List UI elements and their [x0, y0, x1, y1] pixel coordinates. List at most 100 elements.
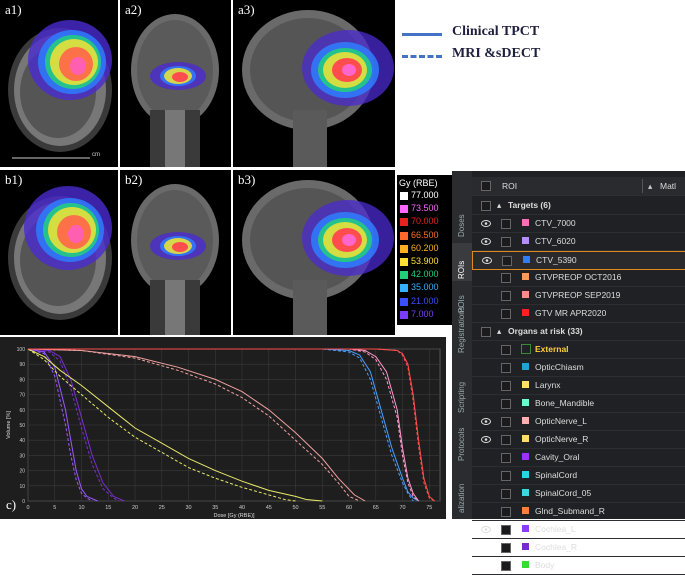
colorbar-swatch [400, 310, 408, 319]
roi-checkbox[interactable] [501, 309, 511, 319]
colorbar-tick-label: 53.900 [411, 256, 439, 266]
targets-group-header[interactable]: ▴ Targets (6) [472, 197, 685, 215]
roi-row[interactable]: GTVPREOP SEP2019 [472, 287, 685, 305]
y-tick-label: 20 [19, 469, 25, 475]
roi-row[interactable]: SpinalCord [472, 467, 685, 485]
roi-checkbox[interactable] [501, 561, 511, 571]
collapse-arrow-icon[interactable]: ▴ [497, 200, 501, 211]
colorbar-swatch [400, 231, 408, 240]
panel-label: c) [6, 497, 17, 512]
roi-checkbox[interactable] [501, 507, 511, 517]
roi-name: OpticNerve_L [535, 416, 587, 426]
roi-checkbox[interactable] [501, 399, 511, 409]
roi-row[interactable]: CTV_6020 [472, 233, 685, 251]
material-column-header[interactable]: Matl [660, 181, 676, 191]
roi-color-swatch [522, 507, 529, 514]
roi-row[interactable]: SpinalCord_05 [472, 485, 685, 503]
tab-label: alization [457, 483, 466, 513]
roi-color-swatch [522, 489, 529, 496]
roi-name: GTVPREOP OCT2016 [535, 272, 622, 282]
tab-scripting[interactable]: Scripting [452, 377, 472, 415]
group-checkbox[interactable] [481, 201, 491, 211]
x-tick-label: 10 [78, 505, 84, 511]
roi-row[interactable]: Cochlea_R [472, 539, 685, 557]
roi-row[interactable]: External [472, 341, 685, 359]
visibility-eye-icon[interactable] [482, 256, 492, 264]
y-tick-label: 30 [19, 453, 25, 459]
panel-label: a3) [238, 2, 255, 17]
visibility-eye-icon[interactable] [481, 435, 491, 443]
roi-checkbox[interactable] [501, 471, 511, 481]
tab-protocols[interactable]: Protocols [452, 425, 472, 463]
roi-row[interactable]: CTV_7000 [472, 215, 685, 233]
roi-checkbox[interactable] [501, 489, 511, 499]
roi-checkbox[interactable] [501, 381, 511, 391]
roi-color-swatch [521, 344, 531, 354]
roi-name: SpinalCord [535, 470, 578, 480]
roi-name: CTV_5390 [536, 255, 577, 265]
roi-checkbox[interactable] [501, 435, 511, 445]
roi-checkbox[interactable] [501, 219, 511, 229]
roi-name: OpticNerve_R [535, 434, 589, 444]
roi-row[interactable]: OpticNerve_R [472, 431, 685, 449]
ct-panel-a3: a3) [233, 0, 395, 167]
tab-doses[interactable]: Doses [452, 201, 472, 239]
colorbar-swatch [400, 205, 408, 214]
visibility-eye-icon[interactable] [481, 219, 491, 227]
roi-color-swatch [522, 453, 529, 460]
roi-row[interactable]: CTV_5390 [472, 251, 685, 270]
ct-panel-a2: a2) [120, 0, 231, 167]
tab-rois[interactable]: ROIs [452, 243, 472, 281]
oar-group-header[interactable]: ▴ Organs at risk (33) [472, 323, 685, 341]
roi-checkbox[interactable] [501, 525, 511, 535]
roi-color-swatch [522, 471, 529, 478]
sort-arrow-icon[interactable]: ▴ [648, 181, 652, 192]
ct-panel-b3: b3) [233, 170, 395, 335]
x-tick-label: 0 [26, 505, 29, 511]
roi-checkbox[interactable] [501, 417, 511, 427]
roi-row[interactable]: OpticNerve_L [472, 413, 685, 431]
scale-unit: cm [92, 152, 100, 158]
roi-row[interactable]: GTV MR APR2020 [472, 305, 685, 323]
roi-name: Cochlea_L [535, 524, 576, 534]
dvh-plot: 0 10 20 30 40 50 60 70 80 90 100 0 5 10 15 20 25 30 35 40 45… [6, 347, 441, 519]
roi-checkbox[interactable] [501, 291, 511, 301]
visibility-eye-icon[interactable] [481, 525, 491, 533]
x-tick-label: 20 [132, 505, 138, 511]
tab-registrations[interactable]: Registrations [452, 306, 472, 355]
visibility-eye-icon[interactable] [481, 417, 491, 425]
column-divider [642, 179, 643, 193]
roi-column-header[interactable]: ROI [502, 181, 517, 191]
roi-row[interactable]: Bone_Mandible [472, 395, 685, 413]
roi-row[interactable]: Cavity_Oral [472, 449, 685, 467]
roi-checkbox[interactable] [502, 256, 512, 266]
roi-checkbox[interactable] [501, 273, 511, 283]
collapse-arrow-icon[interactable]: ▴ [497, 326, 501, 337]
panel-label: b3) [238, 172, 256, 187]
roi-row[interactable]: Cochlea_L [472, 521, 685, 539]
tab-alization[interactable]: alization [452, 477, 472, 515]
roi-name: Body [535, 560, 555, 570]
roi-name: Larynx [535, 380, 561, 390]
sagittal-ct-dose-image [242, 180, 394, 335]
roi-row[interactable]: Glnd_Submand_R [472, 503, 685, 521]
roi-row[interactable]: Body [472, 557, 685, 575]
roi-row[interactable]: OpticChiasm [472, 359, 685, 377]
roi-checkbox[interactable] [501, 453, 511, 463]
x-tick-label: 65 [373, 505, 379, 511]
roi-checkbox[interactable] [501, 543, 511, 553]
group-checkbox[interactable] [481, 327, 491, 337]
colorbar-swatch [400, 284, 408, 293]
visibility-eye-icon[interactable] [481, 237, 491, 245]
roi-color-swatch [522, 525, 529, 532]
x-axis-label: Dose [Gy (RBE)] [214, 513, 255, 519]
y-tick-label: 90 [19, 362, 25, 368]
roi-row[interactable]: Larynx [472, 377, 685, 395]
roi-checkbox[interactable] [501, 237, 511, 247]
roi-checkbox[interactable] [501, 345, 511, 355]
colorbar-swatch [400, 271, 408, 280]
roi-panel: Doses ROIs POIs Registrations Scripting Proto… [452, 171, 685, 575]
select-all-checkbox[interactable] [481, 181, 491, 191]
roi-checkbox[interactable] [501, 363, 511, 373]
roi-row[interactable]: GTVPREOP OCT2016 [472, 269, 685, 287]
